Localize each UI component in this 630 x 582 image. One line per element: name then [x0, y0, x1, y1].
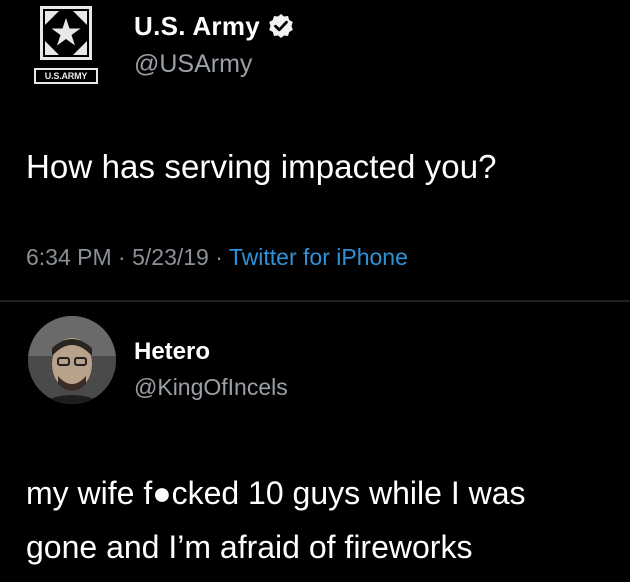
- author-handle[interactable]: @USArmy: [134, 50, 252, 79]
- user-avatar[interactable]: [28, 316, 116, 404]
- reply-text: my wife f●cked 10 guys while I was gone …: [26, 466, 626, 574]
- tweet-date[interactable]: 5/23/19: [132, 244, 209, 270]
- author-line: U.S. Army: [134, 8, 294, 44]
- reply-tweet: Hetero @KingOfIncels my wife f●cked 10 g…: [0, 302, 630, 582]
- reply-text-line: gone and I’m afraid of fireworks: [26, 529, 473, 565]
- tweet-meta: 6:34 PM · 5/23/19 · Twitter for iPhone: [26, 244, 408, 271]
- tweet-text: How has serving impacted you?: [26, 148, 497, 185]
- tweet-time[interactable]: 6:34 PM: [26, 244, 112, 270]
- main-tweet: U.S.ARMY U.S. Army @USArmy How has servi…: [0, 0, 630, 300]
- reply-author-handle[interactable]: @KingOfIncels: [134, 374, 288, 401]
- reply-author-display-name[interactable]: Hetero: [134, 338, 210, 366]
- verified-badge-icon: [268, 13, 294, 39]
- tweet-source-link[interactable]: Twitter for iPhone: [229, 244, 408, 270]
- meta-separator: ·: [118, 244, 126, 270]
- meta-separator: ·: [215, 244, 223, 270]
- reply-text-line: my wife f●cked 10 guys while I was: [26, 475, 526, 511]
- army-star-logo-icon: [40, 6, 92, 60]
- author-display-name[interactable]: U.S. Army: [134, 11, 260, 42]
- army-logo-label: U.S.ARMY: [34, 68, 98, 84]
- army-logo-avatar[interactable]: U.S.ARMY: [34, 4, 100, 86]
